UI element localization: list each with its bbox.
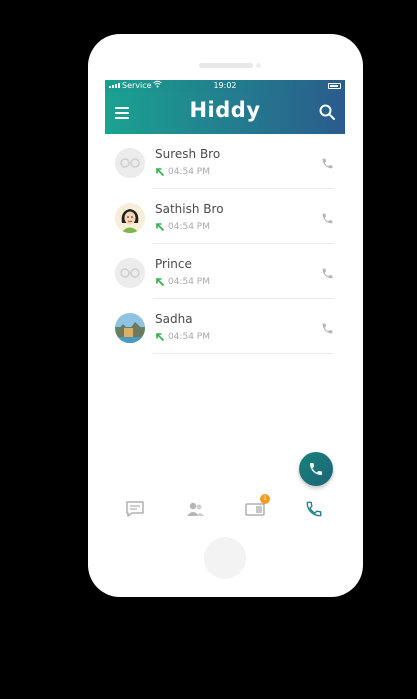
call-row[interactable]: Sadha 04:54 PM xyxy=(105,299,345,354)
call-meta: 04:54 PM xyxy=(155,222,210,232)
photo-avatar-icon xyxy=(115,313,145,343)
app-title: Hiddy xyxy=(189,98,261,122)
call-time: 04:54 PM xyxy=(168,222,210,232)
phone-camera xyxy=(256,63,261,68)
outgoing-arrow-icon xyxy=(156,223,165,232)
default-avatar-icon xyxy=(115,148,145,178)
outgoing-arrow-icon xyxy=(156,168,165,177)
calls-tab-icon xyxy=(306,501,322,517)
girl-avatar-icon xyxy=(115,203,145,233)
bottom-nav: 1 xyxy=(105,494,345,522)
phone-frame: Service 19:02 Hiddy Suresh Bro 04:54 PM … xyxy=(88,34,363,597)
tab-contacts[interactable] xyxy=(185,500,205,518)
phone-icon xyxy=(310,463,322,475)
contact-name: Sathish Bro xyxy=(155,202,224,216)
call-meta: 04:54 PM xyxy=(155,167,210,177)
app-screen: Service 19:02 Hiddy Suresh Bro 04:54 PM … xyxy=(105,80,345,522)
tab-status[interactable]: 1 xyxy=(245,494,270,518)
default-avatar-icon xyxy=(115,258,145,288)
status-time: 19:02 xyxy=(213,81,237,90)
call-row[interactable]: Suresh Bro 04:54 PM xyxy=(105,134,345,189)
call-row[interactable]: Sathish Bro 04:54 PM xyxy=(105,189,345,244)
phone-call-icon[interactable] xyxy=(321,210,334,224)
contact-name: Prince xyxy=(155,257,192,271)
call-time: 04:54 PM xyxy=(168,167,210,177)
call-time: 04:54 PM xyxy=(168,277,210,287)
tab-calls[interactable] xyxy=(305,500,325,518)
row-divider xyxy=(153,353,334,354)
contacts-icon xyxy=(187,502,204,516)
tab-chats[interactable] xyxy=(125,500,145,518)
call-row[interactable]: Prince 04:54 PM xyxy=(105,244,345,299)
status-bar: Service 19:02 xyxy=(105,80,345,92)
new-call-button[interactable] xyxy=(299,452,333,486)
phone-call-icon[interactable] xyxy=(321,265,334,279)
call-time: 04:54 PM xyxy=(168,332,210,342)
phone-call-icon[interactable] xyxy=(321,320,334,334)
status-badge: 1 xyxy=(260,494,270,504)
chat-icon xyxy=(126,501,144,517)
call-list: Suresh Bro 04:54 PM Sathish Bro 04:54 PM… xyxy=(105,134,345,354)
search-icon[interactable] xyxy=(319,104,335,120)
home-button[interactable] xyxy=(204,537,246,579)
phone-call-icon[interactable] xyxy=(321,155,334,169)
battery-icon xyxy=(328,83,341,89)
call-meta: 04:54 PM xyxy=(155,277,210,287)
outgoing-arrow-icon xyxy=(156,278,165,287)
outgoing-arrow-icon xyxy=(156,333,165,342)
contact-name: Sadha xyxy=(155,312,193,326)
app-header: Hiddy xyxy=(105,92,345,134)
contact-name: Suresh Bro xyxy=(155,147,221,161)
call-meta: 04:54 PM xyxy=(155,332,210,342)
phone-speaker xyxy=(199,63,253,68)
